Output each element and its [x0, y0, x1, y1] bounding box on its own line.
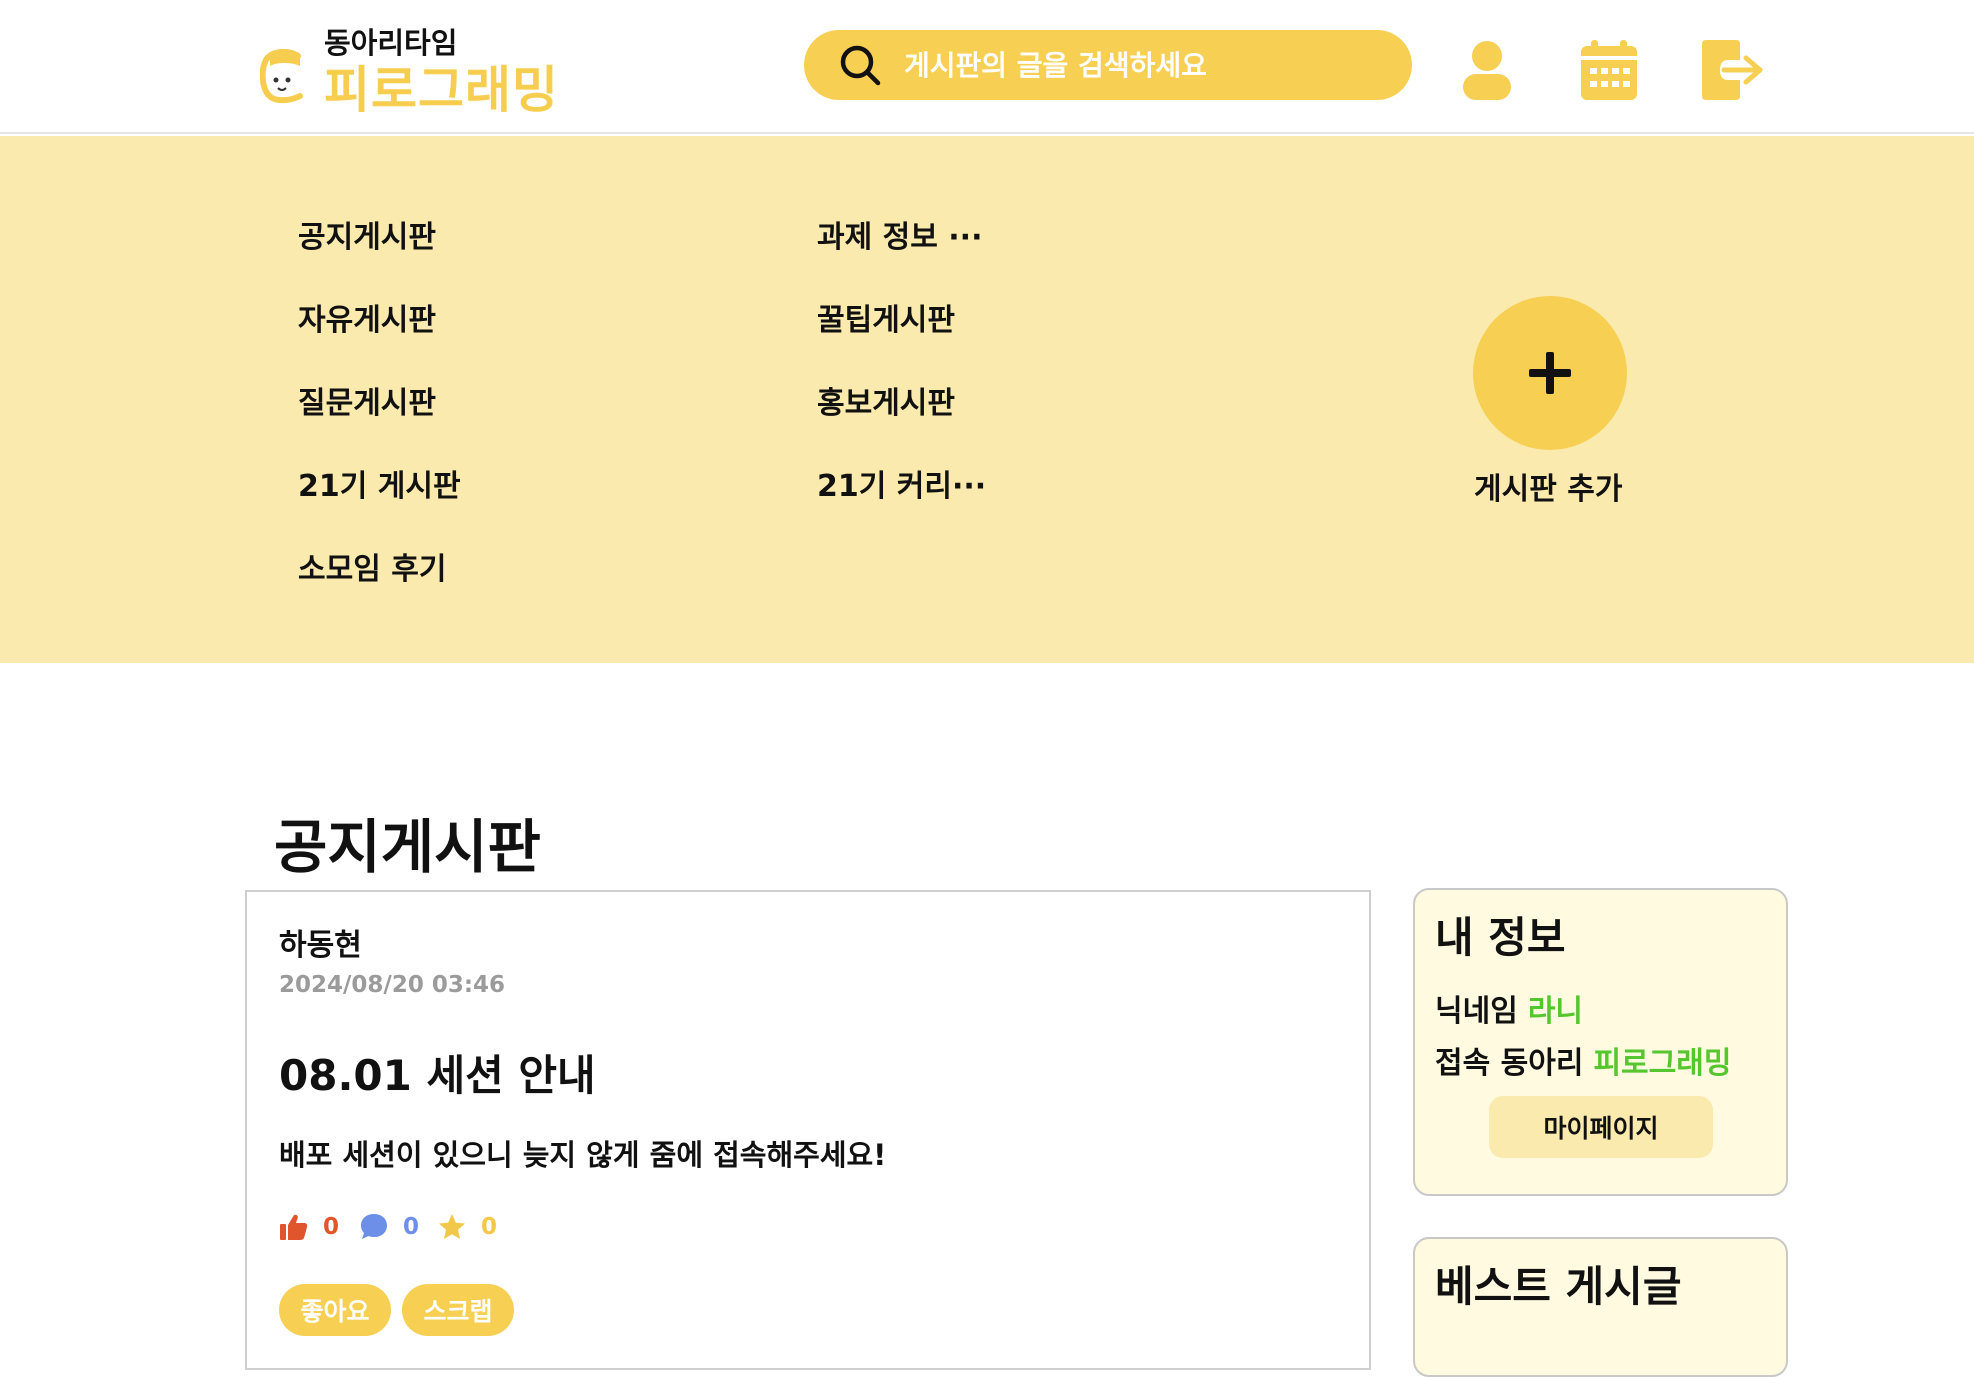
logo-title: 피로그래밍	[324, 61, 559, 119]
scrap-button[interactable]: 스크랩	[402, 1284, 514, 1336]
add-board-button[interactable]	[1473, 296, 1627, 450]
post-body: 배포 세션이 있으니 늦지 않게 줌에 접속해주세요!	[279, 1138, 887, 1172]
best-posts-title: 베스트 게시글	[1435, 1262, 1682, 1311]
board-link-group-review[interactable]: 소모임 후기	[298, 544, 446, 588]
add-board-label: 게시판 추가	[1474, 472, 1623, 507]
post-date: 2024/08/20 03:46	[279, 972, 506, 998]
mypage-button[interactable]: 마이페이지	[1489, 1096, 1713, 1158]
logo[interactable]: 동아리타임 피로그래밍	[260, 20, 560, 119]
user-icon[interactable]	[1455, 38, 1519, 102]
comment-count: 0	[359, 1208, 429, 1248]
page-title: 공지게시판	[274, 813, 541, 881]
nickname-label: 닉네임	[1435, 994, 1518, 1029]
nickname-row: 닉네임 라니	[1435, 986, 1583, 1030]
post-author: 하동현	[279, 928, 362, 963]
board-link-question[interactable]: 질문게시판	[298, 378, 436, 422]
star-icon	[439, 1214, 465, 1239]
board-link-assignment[interactable]: 과제 정보 ···	[817, 212, 982, 256]
club-label: 접속 동아리	[1435, 1046, 1584, 1081]
my-info-title: 내 정보	[1435, 913, 1566, 962]
logout-icon[interactable]	[1700, 38, 1764, 102]
comment-icon	[361, 1214, 387, 1239]
logo-mark-icon	[260, 48, 303, 104]
search-input[interactable]	[904, 30, 1384, 100]
board-link-free[interactable]: 자유게시판	[298, 295, 436, 339]
plus-icon	[1529, 352, 1571, 394]
calendar-icon[interactable]	[1577, 38, 1641, 102]
like-count: 0	[279, 1208, 349, 1248]
best-posts-card: 베스트 게시글	[1413, 1237, 1788, 1377]
board-link-tips[interactable]: 꿀팁게시판	[817, 295, 955, 339]
nickname-value: 라니	[1527, 994, 1584, 1029]
board-menu: 공지게시판 자유게시판 질문게시판 21기 게시판 소모임 후기 과제 정보 ·…	[0, 136, 1974, 663]
board-link-21st-curriculum[interactable]: 21기 커리···	[817, 461, 986, 505]
my-info-card: 내 정보 닉네임 라니 접속 동아리 피로그래밍 마이페이지	[1413, 888, 1788, 1196]
board-link-notice[interactable]: 공지게시판	[298, 212, 436, 256]
search-icon[interactable]	[838, 43, 882, 87]
board-link-21st[interactable]: 21기 게시판	[298, 461, 461, 505]
top-header: 동아리타임 피로그래밍	[0, 0, 1974, 134]
board-link-promo[interactable]: 홍보게시판	[817, 378, 955, 422]
post-card[interactable]: 하동현 2024/08/20 03:46 08.01 세션 안내 배포 세션이 …	[245, 890, 1371, 1370]
scrap-count: 0	[437, 1208, 507, 1248]
club-row: 접속 동아리 피로그래밍	[1435, 1038, 1731, 1082]
post-title[interactable]: 08.01 세션 안내	[279, 1042, 596, 1103]
like-button[interactable]: 좋아요	[279, 1284, 391, 1336]
thumbs-up-icon	[280, 1214, 308, 1240]
search-bar[interactable]	[804, 30, 1412, 100]
club-value: 피로그래밍	[1593, 1046, 1732, 1081]
